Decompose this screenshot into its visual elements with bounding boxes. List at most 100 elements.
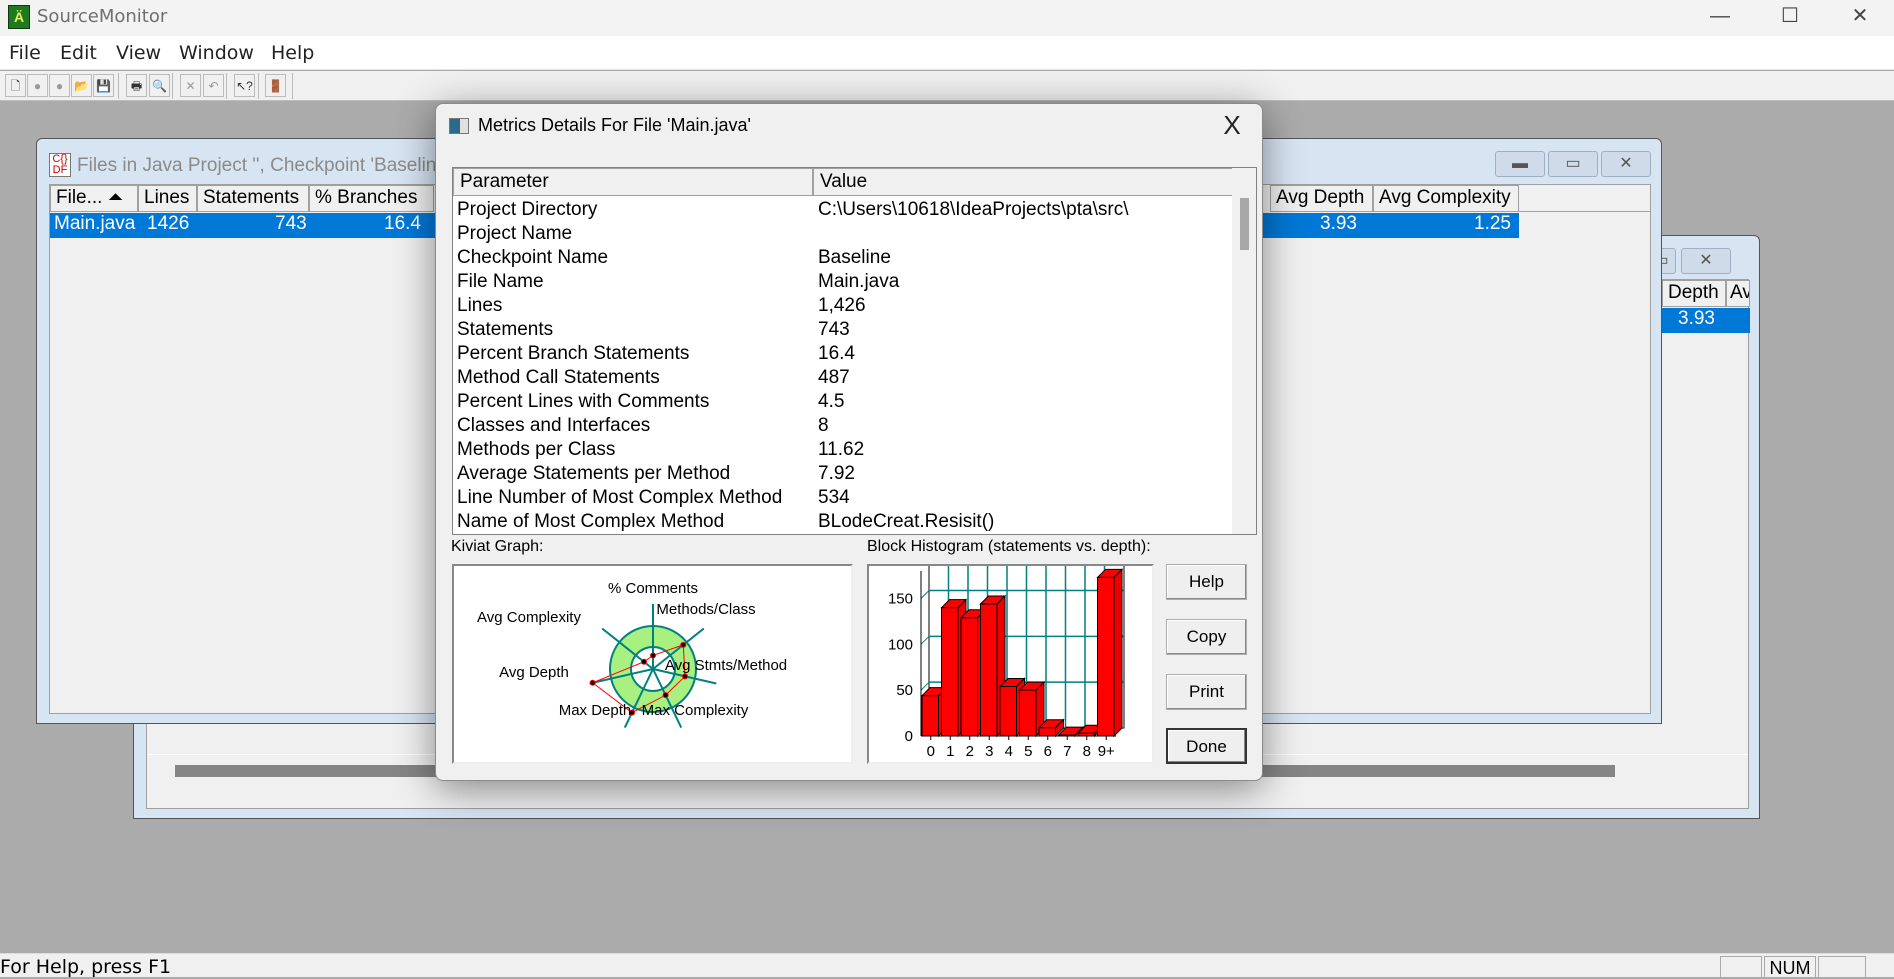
- histogram-bar: [980, 603, 998, 737]
- open-folder-icon: 📂: [74, 79, 89, 93]
- delete-button[interactable]: ✕: [180, 74, 201, 97]
- open-folder-button[interactable]: 📂: [71, 74, 92, 97]
- list-item[interactable]: Name of Most Complex Method BLodeCreat.Re…: [457, 511, 1227, 534]
- list-item[interactable]: Percent Lines with Comments 4.5: [457, 391, 1227, 415]
- column-header-statements[interactable]: Statements: [197, 185, 309, 212]
- status-pane-caps: [1720, 956, 1762, 978]
- cell-statements: 743: [275, 213, 307, 234]
- histogram-svg: 0501001500 1 2 3 4 5 6 7 8 9+: [888, 562, 1125, 760]
- column-header-depth[interactable]: Depth: [1662, 280, 1726, 307]
- list-item[interactable]: Classes and Interfaces 8: [457, 415, 1227, 439]
- kiviat-point: [640, 658, 647, 665]
- close-window-button[interactable]: ✕: [1681, 248, 1731, 274]
- list-item[interactable]: Project Name: [457, 223, 1227, 247]
- undo-button[interactable]: ↶: [203, 74, 224, 97]
- list-item[interactable]: Project Directory C:\Users\10618\IdeaProj…: [457, 199, 1227, 223]
- kiviat-graph-label: Kiviat Graph:: [451, 538, 544, 555]
- list-item[interactable]: Lines 1,426: [457, 295, 1227, 319]
- multi-record-icon: ●: [55, 79, 64, 93]
- close-files-window-button[interactable]: ✕: [1601, 151, 1651, 177]
- parameter-value: 11.62: [818, 439, 865, 460]
- histogram-bar: [921, 695, 939, 737]
- print-button[interactable]: Print: [1166, 674, 1247, 710]
- menu-bar: File Edit View Window Help: [0, 36, 1894, 70]
- histogram-xtick-label: 1: [946, 743, 954, 760]
- status-pane-scrl: [1818, 956, 1866, 978]
- record-button[interactable]: ●: [27, 74, 48, 97]
- list-item[interactable]: File Name Main.java: [457, 271, 1227, 295]
- menu-help[interactable]: Help: [271, 42, 314, 64]
- histogram-xtick-label: 8: [1083, 743, 1091, 760]
- column-header-file[interactable]: File... ⏶: [50, 185, 138, 212]
- menu-view[interactable]: View: [116, 42, 161, 64]
- list-item[interactable]: Average Statements per Method 7.92: [457, 463, 1227, 487]
- kiviat-axis-label: Max Depth: [559, 702, 632, 719]
- vertical-scrollbar[interactable]: [1232, 168, 1256, 534]
- parameter-value: 16.4: [818, 343, 855, 364]
- restore-window-button[interactable]: ▭: [1548, 151, 1598, 177]
- parameter-name: Lines: [457, 295, 503, 316]
- kiviat-svg: % Comments Methods/Class Avg Stmts/Method M…: [477, 580, 787, 728]
- kiviat-axis-label: Avg Stmts/Method: [665, 657, 787, 674]
- list-item[interactable]: Checkpoint Name Baseline: [457, 247, 1227, 271]
- list-item[interactable]: Line Number of Most Complex Method 534: [457, 487, 1227, 511]
- copy-button[interactable]: Copy: [1166, 619, 1247, 655]
- column-header-lines[interactable]: Lines: [138, 185, 197, 212]
- histogram-grid-diag: [920, 681, 930, 691]
- cell-branches: 16.4: [384, 213, 421, 234]
- minimize-button[interactable]: —: [1685, 0, 1755, 34]
- new-button[interactable]: 🗋: [5, 74, 26, 97]
- histogram-ytick-label: 50: [896, 682, 913, 699]
- column-header-parameter[interactable]: Parameter: [453, 168, 813, 196]
- list-item[interactable]: Method Call Statements 487: [457, 367, 1227, 391]
- column-header-avg[interactable]: Av: [1726, 280, 1750, 307]
- list-item[interactable]: Statements 743: [457, 319, 1227, 343]
- menu-edit[interactable]: Edit: [60, 42, 97, 64]
- parameter-name: Methods per Class: [457, 439, 616, 460]
- toolbar-separator: [292, 73, 293, 99]
- metrics-list[interactable]: Parameter Value Project Directory C:\User…: [452, 167, 1257, 535]
- column-header-value[interactable]: Value: [813, 168, 1233, 196]
- multi-record-button[interactable]: ●: [49, 74, 70, 97]
- parameter-name: Method Call Statements: [457, 367, 660, 388]
- parameter-name: Statements: [457, 319, 554, 340]
- print-preview-button[interactable]: 🔍: [149, 74, 170, 97]
- exit-door-button[interactable]: 🚪: [265, 74, 286, 97]
- kiviat-point: [589, 679, 596, 686]
- context-help-icon: ↖?: [236, 79, 253, 93]
- kiviat-point: [680, 641, 687, 648]
- save-button[interactable]: 💾: [93, 74, 114, 97]
- histogram-ytick-label: 0: [905, 728, 913, 745]
- dialog-close-button[interactable]: X: [1214, 108, 1250, 144]
- toolbar-separator: [258, 73, 259, 99]
- maximize-button[interactable]: ☐: [1755, 0, 1825, 34]
- scrollbar-thumb[interactable]: [1240, 198, 1249, 250]
- histogram-bar: [999, 686, 1017, 737]
- minimize-window-button[interactable]: ▬: [1495, 151, 1545, 177]
- column-header-branches[interactable]: % Branches: [309, 185, 434, 212]
- toolbar-separator: [118, 73, 119, 99]
- list-item[interactable]: Percent Branch Statements 16.4: [457, 343, 1227, 367]
- dialog-title: Metrics Details For File 'Main.java': [478, 115, 751, 135]
- status-text: For Help, press F1: [0, 956, 172, 978]
- list-item[interactable]: Methods per Class 11.62: [457, 439, 1227, 463]
- menu-file[interactable]: File: [9, 42, 41, 64]
- close-button[interactable]: ✕: [1825, 0, 1894, 34]
- parameter-value: Baseline: [818, 247, 891, 268]
- done-button[interactable]: Done: [1166, 728, 1247, 764]
- parameter-value: 4.5: [818, 391, 845, 412]
- menu-window[interactable]: Window: [179, 42, 254, 64]
- context-help-button[interactable]: ↖?: [234, 74, 255, 97]
- histogram-xtick-label: 6: [1044, 743, 1052, 760]
- dialog-icon: [449, 118, 469, 134]
- help-button[interactable]: Help: [1166, 564, 1247, 600]
- kiviat-axis-label: Avg Complexity: [477, 609, 581, 626]
- status-bar: For Help, press F1 NUM: [0, 953, 1894, 978]
- exit-door-icon: 🚪: [268, 79, 283, 93]
- column-header-avg-complexity[interactable]: Avg Complexity: [1373, 185, 1519, 212]
- column-header-avg-depth[interactable]: Avg Depth: [1270, 185, 1373, 212]
- table-row-selected[interactable]: 3.93: [1662, 308, 1750, 333]
- print-button[interactable]: 🖶: [126, 74, 147, 97]
- histogram-xtick-label: 9+: [1098, 743, 1115, 760]
- kiviat-graph: % Comments Methods/Class Avg Stmts/Method M…: [452, 564, 853, 764]
